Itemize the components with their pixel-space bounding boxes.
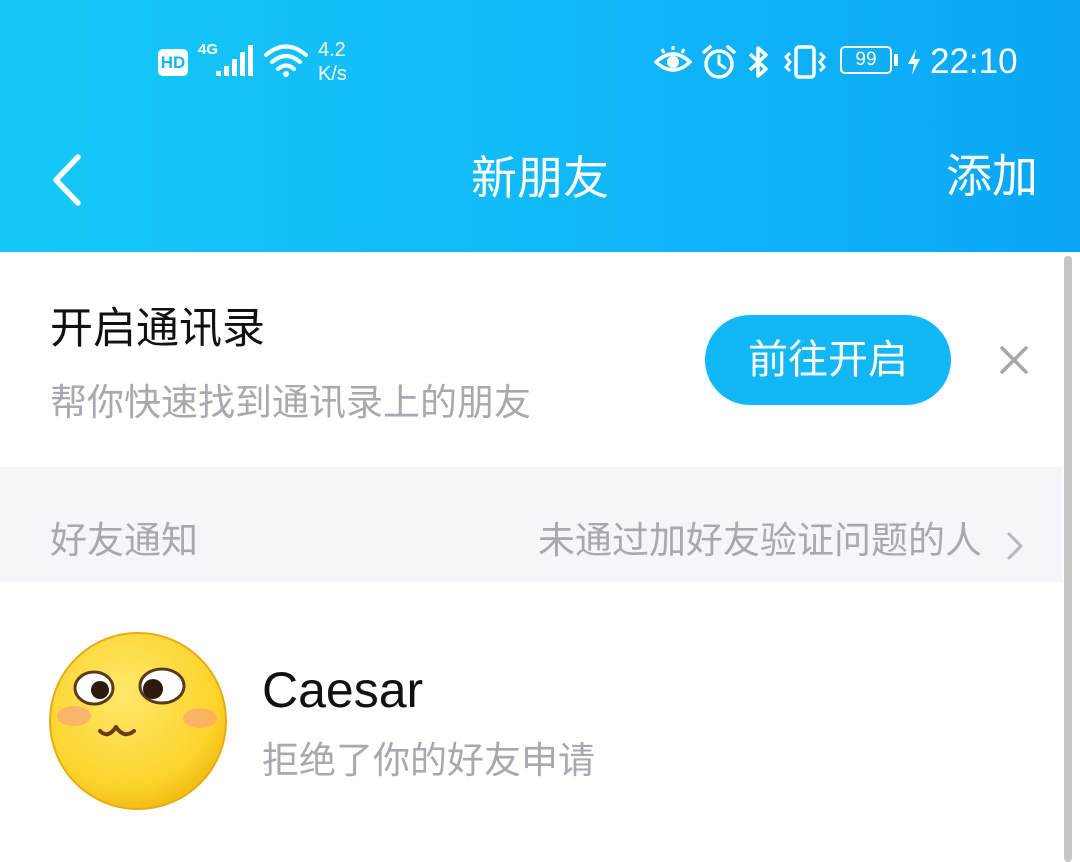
unverified-requests-link[interactable]: 未通过加好友验证问题的人 <box>538 518 982 564</box>
vibrate-icon <box>783 45 827 79</box>
bluetooth-icon <box>748 46 768 78</box>
status-bar: HD 4G 4.2 K/s 99 22:10 <box>0 0 1080 125</box>
chevron-right-icon <box>1007 532 1023 560</box>
hd-voice-badge: HD <box>158 49 188 76</box>
section-label: 好友通知 <box>50 519 198 562</box>
wifi-icon <box>264 44 308 77</box>
friend-notifications-header[interactable]: 好友通知 未通过加好友验证问题的人 <box>0 467 1062 582</box>
alarm-clock-icon <box>702 45 736 79</box>
add-button[interactable]: 添加 <box>946 148 1038 204</box>
signal-strength-icon <box>216 45 253 76</box>
friend-name: Caesar <box>262 662 424 718</box>
charging-bolt-icon <box>908 49 920 75</box>
battery-indicator: 99 <box>840 46 892 74</box>
banner-subtitle: 帮你快速找到通讯录上的朋友 <box>50 381 531 424</box>
contacts-permission-banner: 开启通讯录 帮你快速找到通讯录上的朋友 前往开启 <box>0 252 1062 467</box>
request-status: 拒绝了你的好友申请 <box>262 739 595 782</box>
speed-unit: K/s <box>318 63 347 85</box>
avatar[interactable] <box>48 631 228 811</box>
network-speed: 4.2 K/s <box>318 38 347 86</box>
status-clock: 22:10 <box>930 42 1018 81</box>
speed-value: 4.2 <box>318 39 346 61</box>
close-icon[interactable] <box>998 344 1030 376</box>
friend-request-item[interactable]: Caesar 拒绝了你的好友申请 <box>0 582 1062 862</box>
eye-comfort-icon <box>654 46 692 72</box>
battery-tip <box>894 54 898 66</box>
banner-title: 开启通讯录 <box>50 304 265 354</box>
app-header: HD 4G 4.2 K/s 99 22:10 新朋友 添加 <box>0 0 1080 252</box>
page-title: 新朋友 <box>471 151 609 205</box>
scrollbar[interactable] <box>1064 256 1072 862</box>
enable-contacts-button[interactable]: 前往开启 <box>705 315 951 405</box>
